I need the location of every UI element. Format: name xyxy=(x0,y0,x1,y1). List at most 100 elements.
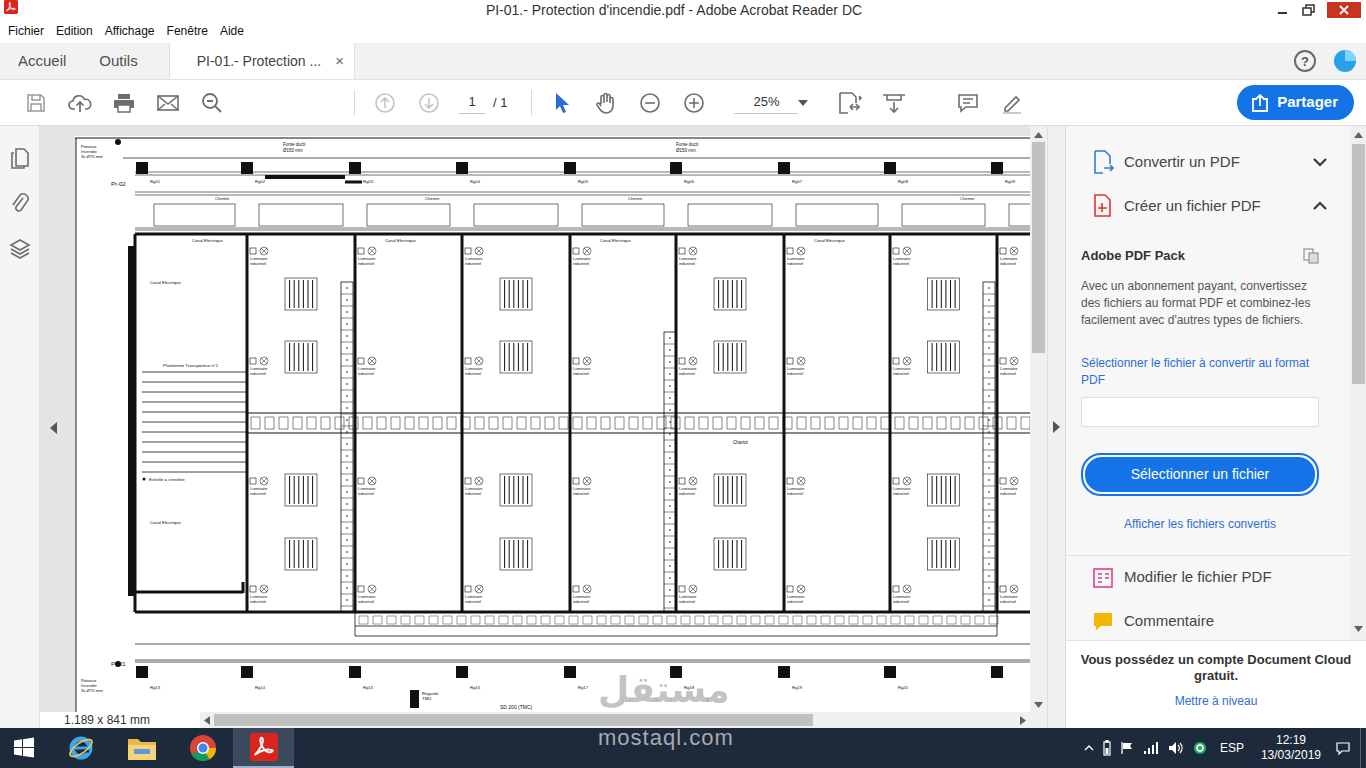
account-icon[interactable] xyxy=(1332,48,1358,74)
section-mark: Pr-02 xyxy=(111,181,126,187)
home-tab[interactable]: Outils xyxy=(81,43,152,79)
select-file-link[interactable]: Sélectionner le fichier à convertir au f… xyxy=(1081,355,1319,389)
volume-icon[interactable] xyxy=(1168,741,1184,755)
tab-close[interactable]: × xyxy=(335,43,344,79)
system-tray: ESP 12:1913/03/2019 xyxy=(1084,728,1360,768)
search-zoom-icon[interactable] xyxy=(190,83,234,123)
collapse-right-icon[interactable] xyxy=(1053,421,1060,433)
minimize-icon[interactable] xyxy=(1270,0,1296,20)
zoom-in-icon[interactable] xyxy=(672,83,716,123)
grid-label: Rg07 xyxy=(792,179,803,184)
menu-item[interactable]: Edition xyxy=(50,20,99,43)
scroll-thumb[interactable] xyxy=(1032,142,1045,353)
explorer-icon[interactable] xyxy=(127,735,157,761)
attachment-icon[interactable] xyxy=(11,192,29,216)
file-field[interactable] xyxy=(1081,397,1319,427)
chevron-icon[interactable] xyxy=(1312,157,1328,167)
tool-item[interactable]: Commentaire xyxy=(1066,600,1350,641)
show-desktop[interactable] xyxy=(1360,728,1366,768)
comment-tool-icon xyxy=(1092,611,1114,633)
zoom-out-icon[interactable] xyxy=(628,83,672,123)
scroll-thumb[interactable] xyxy=(214,714,813,726)
tool-section[interactable]: Convertir un PDF xyxy=(1066,140,1350,184)
horizontal-scrollbar xyxy=(200,712,1030,728)
notifications-icon[interactable] xyxy=(1336,741,1350,755)
dropdown-icon[interactable] xyxy=(798,100,808,106)
upload-icon[interactable] xyxy=(58,83,102,123)
scroll-thumb[interactable] xyxy=(1352,144,1365,384)
taskbar-app[interactable] xyxy=(172,728,233,768)
scroll-mode-icon[interactable] xyxy=(872,83,916,123)
menu-item[interactable]: Aide xyxy=(214,20,250,43)
help-button[interactable]: ? xyxy=(1294,50,1316,72)
luminaire-label: industriel xyxy=(893,371,909,376)
mail-icon[interactable] xyxy=(146,83,190,123)
grid-label: Rg02 xyxy=(255,179,266,184)
scroll-right-icon[interactable] xyxy=(1020,716,1026,725)
chevron-icon[interactable] xyxy=(1312,201,1328,211)
upgrade-link[interactable]: Mettre à niveau xyxy=(1066,692,1366,710)
tool-section[interactable]: Créer un fichier PDF xyxy=(1066,184,1350,228)
comment-icon[interactable] xyxy=(946,83,990,123)
menu-item[interactable]: Fenêtre xyxy=(161,20,214,43)
pipe-label: SD 200 (TMC) xyxy=(500,704,533,710)
menu-item[interactable]: Affichage xyxy=(99,20,161,43)
network-icon[interactable] xyxy=(1143,741,1159,755)
close-icon[interactable] xyxy=(1327,2,1361,18)
acrobat-icon[interactable] xyxy=(250,733,278,761)
horizontal-bar: 1.189 x 841 mm xyxy=(40,712,1047,728)
converted-files-link[interactable]: Afficher les fichiers convertis xyxy=(1081,516,1319,533)
luminaire-label: industriel xyxy=(465,261,481,266)
scroll-up-icon[interactable] xyxy=(1034,132,1043,138)
clock[interactable]: 12:1913/03/2019 xyxy=(1253,733,1327,763)
scroll-down-icon[interactable] xyxy=(1034,702,1043,708)
collapse-left-icon[interactable] xyxy=(50,422,57,434)
restore-icon[interactable] xyxy=(1296,0,1322,20)
pages-icon[interactable] xyxy=(10,148,30,170)
scroll-left-icon[interactable] xyxy=(204,716,210,725)
close-button[interactable] xyxy=(1322,0,1366,20)
chrome-icon[interactable] xyxy=(189,734,217,762)
sync-icon[interactable] xyxy=(1193,741,1207,755)
battery-icon[interactable] xyxy=(1103,740,1111,756)
taskbar-app[interactable] xyxy=(111,728,172,768)
fit-page-icon[interactable] xyxy=(828,83,872,123)
start-button[interactable] xyxy=(0,728,48,768)
page-total: / 1 xyxy=(485,93,523,113)
scroll-down-icon[interactable] xyxy=(1354,626,1363,632)
zoom-field[interactable]: 25% xyxy=(734,92,798,114)
select-file-button[interactable]: Sélectionner un fichier xyxy=(1081,453,1319,496)
hand-tool-icon[interactable] xyxy=(584,83,628,123)
select-tool-icon[interactable] xyxy=(540,83,584,123)
grid-label: Rg03 xyxy=(363,179,374,184)
document-tab[interactable]: PI-01.- Protection ...× xyxy=(169,43,355,79)
menu-item[interactable]: Fichier xyxy=(2,20,50,43)
taskbar-app[interactable] xyxy=(50,728,111,768)
canal-label: Canal Electrique xyxy=(814,238,845,243)
canal-label: Canal Electrique xyxy=(192,238,223,243)
print-icon[interactable] xyxy=(102,83,146,123)
next-page-icon[interactable] xyxy=(407,83,451,123)
tool-item[interactable]: Modifier le fichier PDF xyxy=(1066,556,1350,600)
pane-toggle[interactable] xyxy=(1047,126,1065,728)
tab-spacer xyxy=(355,43,1294,79)
tray-expand-icon[interactable] xyxy=(1084,745,1094,751)
share-button[interactable]: Partager xyxy=(1237,85,1354,120)
home-tab[interactable]: Accueil xyxy=(0,43,81,79)
input-language[interactable]: ESP xyxy=(1216,739,1244,757)
acrobat-window: PI-01.- Protection d'incendie.pdf - Adob… xyxy=(0,0,1366,768)
button-label[interactable]: Sélectionner un fichier xyxy=(1085,457,1315,492)
page-size: 1.189 x 841 mm xyxy=(40,712,200,728)
flag-icon[interactable] xyxy=(1120,741,1134,755)
scroll-up-icon[interactable] xyxy=(1354,132,1363,138)
page-number-field[interactable]: 1 xyxy=(459,92,485,114)
grid-label: Rg05 xyxy=(578,179,589,184)
previous-page-icon[interactable] xyxy=(363,83,407,123)
tool-label: Modifier le fichier PDF xyxy=(1124,566,1272,589)
save-icon[interactable] xyxy=(14,83,58,123)
ie-icon[interactable] xyxy=(67,734,95,762)
tool-label: Convertir un PDF xyxy=(1124,151,1302,174)
layers-icon[interactable] xyxy=(9,238,31,260)
highlight-pen-icon[interactable] xyxy=(990,83,1034,123)
taskbar-app[interactable] xyxy=(233,728,294,768)
